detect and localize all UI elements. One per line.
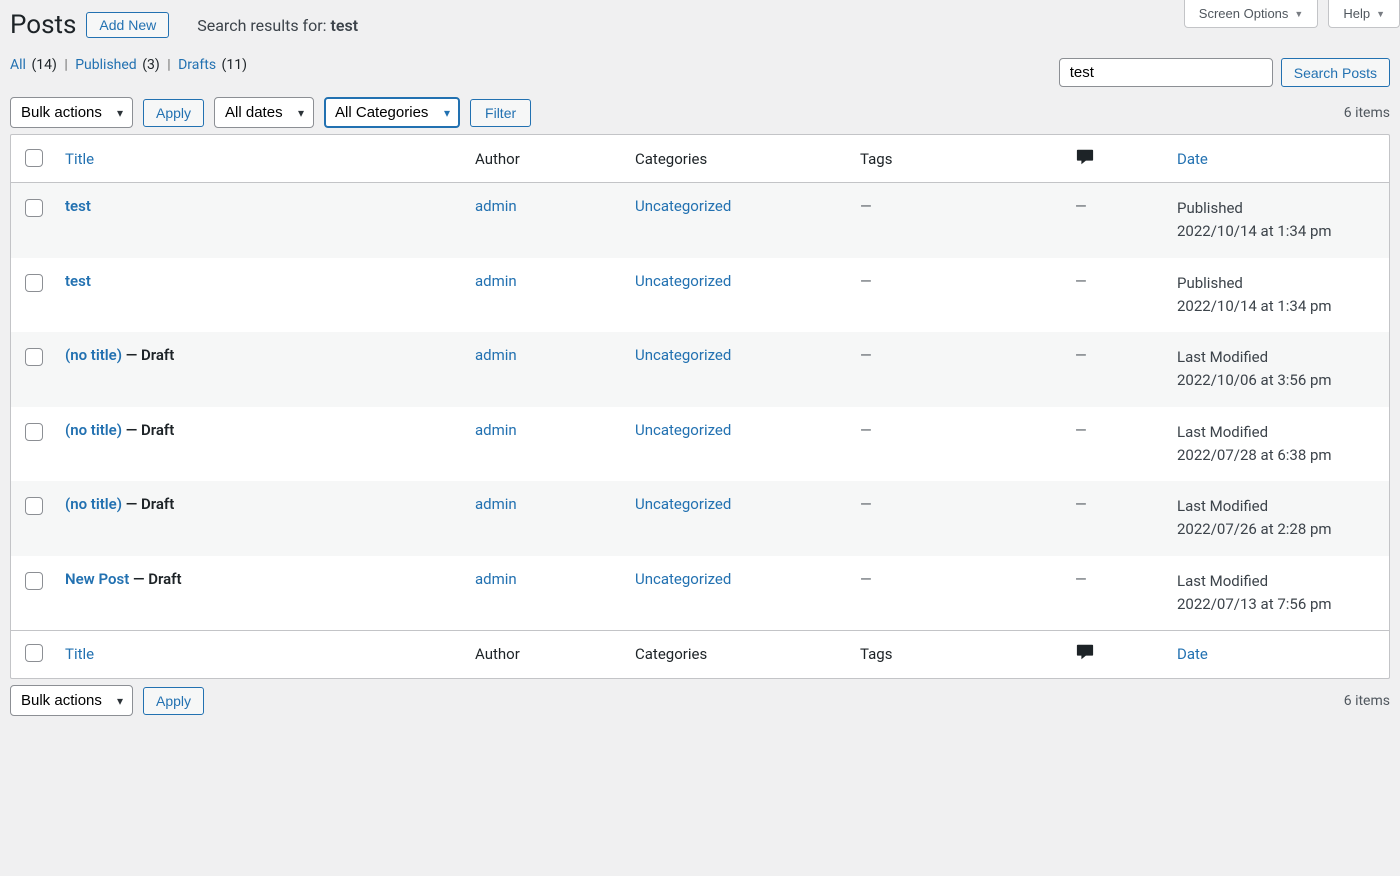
- row-comments: —: [1075, 272, 1087, 290]
- row-comments: —: [1075, 197, 1087, 215]
- filter-button[interactable]: Filter: [470, 99, 531, 127]
- post-title-link[interactable]: New Post: [65, 570, 129, 588]
- column-categories-foot: Categories: [625, 630, 850, 678]
- column-title-foot[interactable]: Title: [65, 645, 94, 663]
- row-tags: —: [860, 570, 872, 588]
- post-state: — Draft: [122, 346, 174, 364]
- author-link[interactable]: admin: [475, 346, 517, 364]
- category-link[interactable]: Uncategorized: [635, 197, 731, 215]
- row-checkbox[interactable]: [25, 423, 43, 441]
- row-tags: —: [860, 495, 872, 513]
- row-date-line: 2022/07/28 at 6:38 pm: [1177, 446, 1332, 464]
- column-date-foot[interactable]: Date: [1177, 645, 1208, 663]
- category-link[interactable]: Uncategorized: [635, 272, 731, 290]
- filter-all-count: (14): [31, 57, 56, 73]
- page-title: Posts: [10, 10, 76, 40]
- filter-published-link[interactable]: Published: [75, 57, 136, 73]
- post-state: — Draft: [122, 495, 174, 513]
- row-date-line: 2022/07/26 at 2:28 pm: [1177, 520, 1332, 538]
- bulk-actions-select[interactable]: Bulk actions: [10, 97, 133, 128]
- column-title[interactable]: Title: [65, 150, 94, 168]
- row-tags: —: [860, 421, 872, 439]
- filter-drafts-link[interactable]: Drafts: [178, 57, 216, 73]
- table-row: test admin Uncategorized — — Published 2…: [11, 258, 1389, 333]
- column-author: Author: [465, 135, 625, 183]
- row-checkbox[interactable]: [25, 199, 43, 217]
- category-link[interactable]: Uncategorized: [635, 421, 731, 439]
- row-comments: —: [1075, 570, 1087, 588]
- row-date-status: Last Modified: [1177, 497, 1268, 515]
- row-date-status: Last Modified: [1177, 572, 1268, 590]
- category-link[interactable]: Uncategorized: [635, 346, 731, 364]
- table-row: test admin Uncategorized — — Published 2…: [11, 183, 1389, 258]
- row-checkbox[interactable]: [25, 572, 43, 590]
- items-count-bottom: 6 items: [1344, 693, 1390, 709]
- row-date-status: Published: [1177, 199, 1243, 217]
- row-date-status: Last Modified: [1177, 348, 1268, 366]
- table-row: (no title) — Draft admin Uncategorized —…: [11, 332, 1389, 407]
- row-comments: —: [1075, 421, 1087, 439]
- table-row: (no title) — Draft admin Uncategorized —…: [11, 407, 1389, 482]
- row-date-line: 2022/10/14 at 1:34 pm: [1177, 222, 1332, 240]
- row-date-status: Last Modified: [1177, 423, 1268, 441]
- filter-all-link[interactable]: All: [10, 57, 26, 73]
- select-all-top[interactable]: [25, 149, 43, 167]
- row-comments: —: [1075, 346, 1087, 364]
- row-tags: —: [860, 197, 872, 215]
- items-count-top: 6 items: [1344, 105, 1390, 121]
- comments-icon: [1075, 643, 1095, 665]
- date-filter-select[interactable]: All dates: [214, 97, 314, 128]
- select-all-bottom[interactable]: [25, 644, 43, 662]
- row-date-line: 2022/10/14 at 1:34 pm: [1177, 297, 1332, 315]
- column-categories: Categories: [625, 135, 850, 183]
- post-state: — Draft: [122, 421, 174, 439]
- search-input[interactable]: [1059, 58, 1273, 87]
- column-tags: Tags: [850, 135, 1065, 183]
- post-state: — Draft: [129, 570, 181, 588]
- post-title-link[interactable]: (no title): [65, 346, 122, 364]
- author-link[interactable]: admin: [475, 197, 517, 215]
- author-link[interactable]: admin: [475, 421, 517, 439]
- row-checkbox[interactable]: [25, 348, 43, 366]
- search-results-subtitle: Search results for: test: [197, 16, 358, 35]
- post-title-link[interactable]: (no title): [65, 495, 122, 513]
- column-tags-foot: Tags: [850, 630, 1065, 678]
- row-date-line: 2022/10/06 at 3:56 pm: [1177, 371, 1332, 389]
- author-link[interactable]: admin: [475, 272, 517, 290]
- author-link[interactable]: admin: [475, 570, 517, 588]
- bulk-actions-select-bottom[interactable]: Bulk actions: [10, 685, 133, 716]
- category-filter-select[interactable]: All Categories: [324, 97, 460, 128]
- apply-button-bottom[interactable]: Apply: [143, 687, 204, 715]
- column-date[interactable]: Date: [1177, 150, 1208, 168]
- search-results-prefix: Search results for:: [197, 16, 330, 35]
- search-posts-button[interactable]: Search Posts: [1281, 58, 1390, 87]
- category-link[interactable]: Uncategorized: [635, 570, 731, 588]
- row-date-line: 2022/07/13 at 7:56 pm: [1177, 595, 1332, 613]
- filter-published-count: (3): [142, 57, 160, 73]
- add-new-button[interactable]: Add New: [86, 12, 169, 38]
- comments-icon: [1075, 148, 1095, 170]
- row-checkbox[interactable]: [25, 274, 43, 292]
- posts-table: Title Author Categories Tags Date test a…: [10, 134, 1390, 679]
- apply-button-top[interactable]: Apply: [143, 99, 204, 127]
- row-tags: —: [860, 272, 872, 290]
- row-checkbox[interactable]: [25, 497, 43, 515]
- row-date-status: Published: [1177, 274, 1243, 292]
- post-title-link[interactable]: (no title): [65, 421, 122, 439]
- post-title-link[interactable]: test: [65, 272, 91, 290]
- filter-drafts-count: (11): [222, 57, 247, 73]
- column-author-foot: Author: [465, 630, 625, 678]
- post-title-link[interactable]: test: [65, 197, 91, 215]
- table-row: New Post — Draft admin Uncategorized — —…: [11, 556, 1389, 631]
- search-results-term: test: [331, 16, 359, 35]
- table-row: (no title) — Draft admin Uncategorized —…: [11, 481, 1389, 556]
- row-comments: —: [1075, 495, 1087, 513]
- row-tags: —: [860, 346, 872, 364]
- author-link[interactable]: admin: [475, 495, 517, 513]
- category-link[interactable]: Uncategorized: [635, 495, 731, 513]
